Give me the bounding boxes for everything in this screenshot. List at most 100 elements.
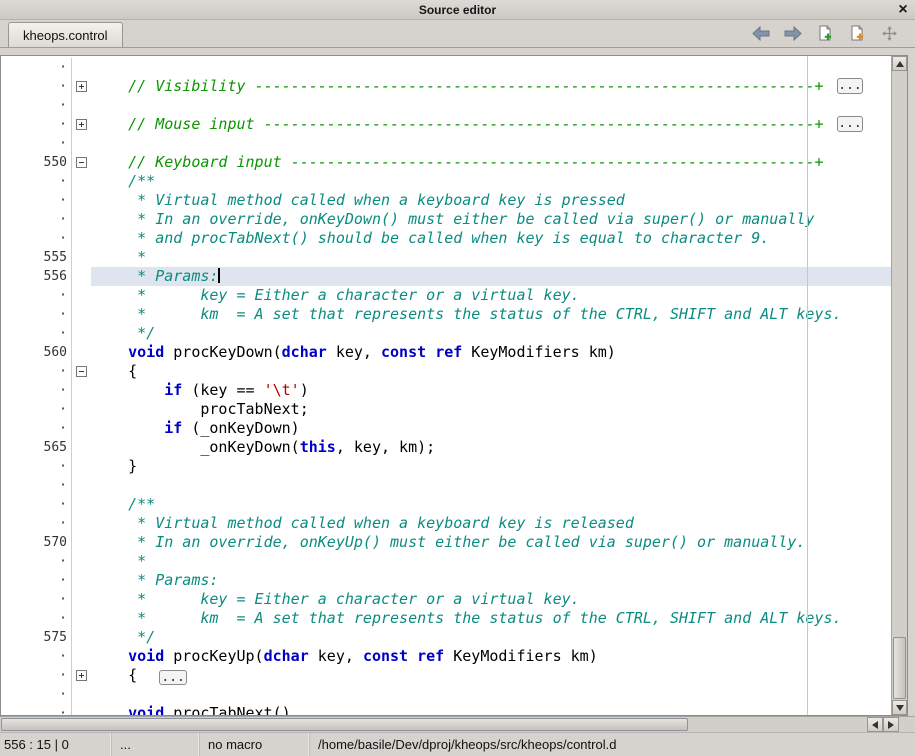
code-line[interactable]: · — [1, 134, 891, 153]
document-add-green-icon[interactable] — [813, 22, 837, 44]
code-text[interactable]: * Virtual method called when a keyboard … — [91, 191, 891, 210]
code-text[interactable]: * Params: — [91, 267, 891, 286]
code-line[interactable]: · — [1, 58, 891, 77]
code-line[interactable]: · * — [1, 552, 891, 571]
code-line[interactable]: · * In an override, onKeyDown() must eit… — [1, 210, 891, 229]
code-line[interactable]: · * Params: — [1, 571, 891, 590]
code-text[interactable]: * key = Either a character or a virtual … — [91, 590, 891, 609]
triangle-down-icon — [896, 705, 904, 711]
code-text[interactable]: if (_onKeyDown) — [91, 419, 891, 438]
code-text[interactable] — [91, 134, 891, 153]
code-text[interactable] — [91, 96, 891, 115]
code-line[interactable]: · {... — [1, 666, 891, 685]
code-line[interactable]: · * km = A set that represents the statu… — [1, 609, 891, 628]
code-line[interactable]: 565 _onKeyDown(this, key, km); — [1, 438, 891, 457]
code-line[interactable]: 570 * In an override, onKeyUp() must eit… — [1, 533, 891, 552]
code-line[interactable]: · /** — [1, 495, 891, 514]
code-text[interactable]: /** — [91, 495, 891, 514]
code-text[interactable]: */ — [91, 324, 891, 343]
code-line[interactable]: · /** — [1, 172, 891, 191]
source-editor[interactable]: ·· // Visibility -----------------------… — [1, 56, 891, 715]
code-text[interactable]: * Virtual method called when a keyboard … — [91, 514, 891, 533]
code-text[interactable]: * Params: — [91, 571, 891, 590]
code-line[interactable]: 550 // Keyboard input ------------------… — [1, 153, 891, 172]
code-line[interactable]: 560 void procKeyDown(dchar key, const re… — [1, 343, 891, 362]
code-text[interactable]: procTabNext; — [91, 400, 891, 419]
close-icon[interactable]: × — [895, 0, 911, 20]
code-text[interactable]: * km = A set that represents the status … — [91, 609, 891, 628]
code-text[interactable]: * km = A set that represents the status … — [91, 305, 891, 324]
code-text[interactable]: // Mouse input -------------------------… — [91, 115, 891, 134]
code-text[interactable]: // Keyboard input ----------------------… — [91, 153, 891, 172]
tab-kheops-control[interactable]: kheops.control — [8, 22, 123, 47]
fold-toggle-icon[interactable] — [76, 81, 87, 92]
fold-toggle-icon[interactable] — [76, 157, 87, 168]
code-text[interactable]: * key = Either a character or a virtual … — [91, 286, 891, 305]
vertical-scrollbar[interactable] — [891, 56, 907, 715]
fold-preview-button[interactable]: ... — [837, 116, 863, 132]
code-line[interactable]: 556 * Params: — [1, 267, 891, 286]
code-line[interactable]: · * km = A set that represents the statu… — [1, 305, 891, 324]
code-line[interactable]: 555 * — [1, 248, 891, 267]
code-text[interactable] — [91, 58, 891, 77]
detach-cross-icon[interactable] — [877, 22, 901, 44]
scroll-left-icon[interactable] — [867, 717, 883, 732]
window-titlebar[interactable]: Source editor × — [0, 0, 915, 20]
code-text[interactable]: void procKeyUp(dchar key, const ref KeyM… — [91, 647, 891, 666]
code-text[interactable]: {... — [91, 666, 891, 685]
code-line[interactable]: · — [1, 476, 891, 495]
code-text[interactable]: * — [91, 248, 891, 267]
code-text[interactable]: * In an override, onKeyUp() must either … — [91, 533, 891, 552]
code-text[interactable]: _onKeyDown(this, key, km); — [91, 438, 891, 457]
code-line[interactable]: · if (key == '\t') — [1, 381, 891, 400]
code-line[interactable]: · void procKeyUp(dchar key, const ref Ke… — [1, 647, 891, 666]
horizontal-scrollbar[interactable] — [0, 716, 915, 732]
code-line[interactable]: · } — [1, 457, 891, 476]
scroll-up-icon[interactable] — [892, 56, 907, 71]
scroll-right-icon[interactable] — [883, 717, 899, 732]
code-line[interactable]: · // Mouse input -----------------------… — [1, 115, 891, 134]
code-line[interactable]: · * key = Either a character or a virtua… — [1, 590, 891, 609]
code-token: * and procTabNext() should be called whe… — [92, 229, 769, 247]
code-text[interactable]: void procKeyDown(dchar key, const ref Ke… — [91, 343, 891, 362]
code-line[interactable]: · // Visibility ------------------------… — [1, 77, 891, 96]
code-text[interactable]: * and procTabNext() should be called whe… — [91, 229, 891, 248]
code-text[interactable]: { — [91, 362, 891, 381]
code-text[interactable] — [91, 476, 891, 495]
nav-forward-icon[interactable] — [781, 22, 805, 44]
fold-toggle-icon[interactable] — [76, 366, 87, 377]
code-line[interactable]: · void procTabNext() — [1, 704, 891, 715]
code-line[interactable]: · * Virtual method called when a keyboar… — [1, 191, 891, 210]
fold-column — [71, 647, 91, 666]
fold-preview-button[interactable]: ... — [837, 78, 863, 94]
code-token: procKeyDown( — [164, 343, 281, 361]
code-text[interactable] — [91, 685, 891, 704]
code-text[interactable]: // Visibility --------------------------… — [91, 77, 891, 96]
code-line[interactable]: · procTabNext; — [1, 400, 891, 419]
fold-toggle-icon[interactable] — [76, 670, 87, 681]
code-line[interactable]: · — [1, 96, 891, 115]
document-add-orange-icon[interactable] — [845, 22, 869, 44]
scroll-down-icon[interactable] — [892, 700, 907, 715]
code-line[interactable]: · * key = Either a character or a virtua… — [1, 286, 891, 305]
horizontal-scrollbar-thumb[interactable] — [1, 718, 688, 731]
vertical-scrollbar-thumb[interactable] — [893, 637, 906, 699]
code-line[interactable]: 575 */ — [1, 628, 891, 647]
code-token — [92, 647, 128, 665]
code-line[interactable]: · * Virtual method called when a keyboar… — [1, 514, 891, 533]
code-line[interactable]: · * and procTabNext() should be called w… — [1, 229, 891, 248]
code-text[interactable]: if (key == '\t') — [91, 381, 891, 400]
code-text[interactable]: */ — [91, 628, 891, 647]
code-text[interactable]: } — [91, 457, 891, 476]
code-text[interactable]: * — [91, 552, 891, 571]
code-text[interactable]: void procTabNext() — [91, 704, 891, 715]
code-text[interactable]: * In an override, onKeyDown() must eithe… — [91, 210, 891, 229]
code-text[interactable]: /** — [91, 172, 891, 191]
code-line[interactable]: · { — [1, 362, 891, 381]
code-line[interactable]: · */ — [1, 324, 891, 343]
collapsed-fold-box[interactable]: ... — [159, 670, 187, 685]
code-line[interactable]: · if (_onKeyDown) — [1, 419, 891, 438]
fold-toggle-icon[interactable] — [76, 119, 87, 130]
nav-back-icon[interactable] — [749, 22, 773, 44]
code-line[interactable]: · — [1, 685, 891, 704]
